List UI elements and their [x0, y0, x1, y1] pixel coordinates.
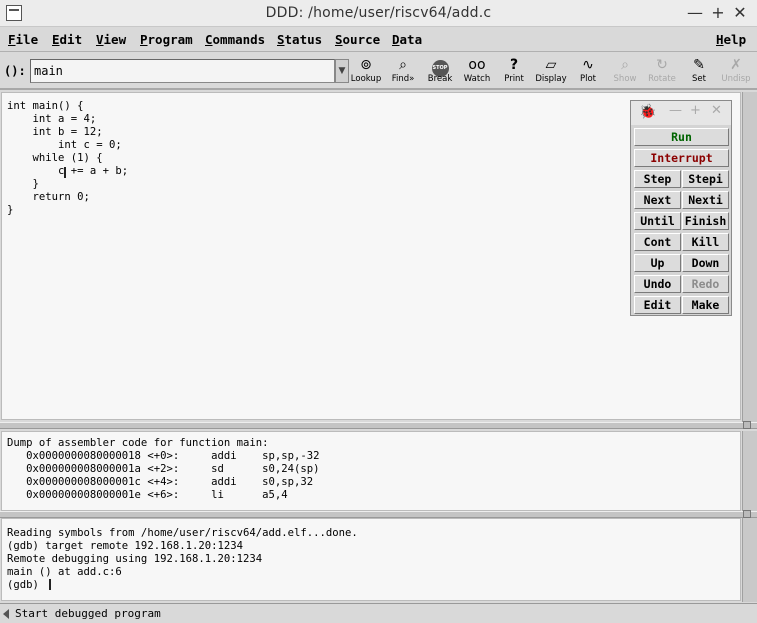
lookup-button[interactable]: ⊚ Lookup [348, 56, 384, 88]
status-text: Start debugged program [15, 607, 161, 620]
set-button[interactable]: ✎ Set [681, 56, 717, 88]
text-cursor [64, 167, 66, 178]
print-button[interactable]: ? Print [496, 56, 532, 88]
pane-divider[interactable] [0, 421, 757, 429]
undisp-icon: ✗ [730, 57, 742, 73]
argument-label: (): [4, 64, 26, 78]
window-title: DDD: /home/user/riscv64/add.c [265, 5, 492, 21]
pane-divider-handle[interactable] [743, 421, 751, 429]
set-icon: ✎ [693, 57, 705, 73]
undo-button[interactable]: Undo [634, 275, 681, 293]
magnifier-icon: ⌕ [621, 57, 629, 73]
edit-button[interactable]: Edit [634, 296, 681, 314]
menu-commands[interactable]: Commands [205, 32, 265, 47]
stop-sign-icon: STOP [422, 56, 458, 77]
menu-source[interactable]: Source [335, 32, 380, 47]
stepi-button[interactable]: Stepi [682, 170, 729, 188]
close-icon[interactable]: ✕ [731, 3, 749, 23]
assembler-dump[interactable]: Dump of assembler code for function main… [7, 437, 320, 502]
maximize-icon[interactable]: + [690, 103, 701, 118]
kill-button[interactable]: Kill [682, 233, 729, 251]
lookup-icon: ⊚ [360, 57, 372, 73]
menu-bar: File Edit View Program Commands Status S… [0, 28, 757, 52]
cont-button[interactable]: Cont [634, 233, 681, 251]
until-button[interactable]: Until [634, 212, 681, 230]
status-bar: Start debugged program [0, 603, 757, 623]
command-tool: 🐞 — + ✕ Run Interrupt Step Stepi Next Ne… [630, 100, 732, 316]
step-button[interactable]: Step [634, 170, 681, 188]
console-scrollbar[interactable] [742, 518, 757, 602]
run-button[interactable]: Run [634, 128, 729, 146]
watch-button[interactable]: oo Watch [459, 56, 495, 88]
close-icon[interactable]: ✕ [711, 103, 722, 118]
plot-button[interactable]: ∿ Plot [570, 56, 606, 88]
up-button[interactable]: Up [634, 254, 681, 272]
redo-button[interactable]: Redo [682, 275, 729, 293]
menu-file[interactable]: File [8, 32, 38, 47]
argument-input[interactable]: main [30, 59, 335, 83]
menu-program[interactable]: Program [140, 32, 193, 47]
assembler-scrollbar[interactable] [742, 431, 757, 511]
machine-code-window[interactable]: Dump of assembler code for function main… [1, 431, 741, 511]
plot-icon: ∿ [582, 57, 594, 73]
menu-edit[interactable]: Edit [52, 32, 82, 47]
find-icon: ⌕ [399, 57, 407, 73]
make-button[interactable]: Make [682, 296, 729, 314]
rotate-icon: ↻ [656, 57, 668, 73]
find-button[interactable]: ⌕ Find» [385, 56, 421, 88]
tool-bar: (): main ▼ ⊚ Lookup ⌕ Find» STOP Break o… [0, 53, 757, 90]
pane-divider-handle[interactable] [743, 510, 751, 518]
show-button[interactable]: ⌕ Show [607, 56, 643, 88]
gdb-console[interactable]: Reading symbols from /home/user/riscv64/… [1, 518, 741, 601]
display-icon: ▱ [545, 57, 557, 73]
rotate-button[interactable]: ↻ Rotate [644, 56, 680, 88]
glasses-icon: oo [468, 57, 486, 73]
console-cursor [49, 579, 51, 590]
minimize-icon[interactable]: — [686, 3, 704, 23]
menu-data[interactable]: Data [392, 32, 422, 47]
nexti-button[interactable]: Nexti [682, 191, 729, 209]
status-arrow-icon [3, 609, 9, 619]
minimize-icon[interactable]: — [669, 103, 682, 118]
bug-icon: 🐞 [639, 104, 657, 120]
menu-view[interactable]: View [96, 32, 126, 47]
pane-divider[interactable] [0, 510, 757, 518]
down-button[interactable]: Down [682, 254, 729, 272]
command-tool-titlebar[interactable]: 🐞 — + ✕ [631, 101, 731, 125]
source-code[interactable]: int main() { int a = 4; int b = 12; int … [7, 100, 128, 217]
undisp-button[interactable]: ✗ Undisp [718, 56, 754, 88]
question-icon: ? [509, 57, 519, 73]
console-output[interactable]: Reading symbols from /home/user/riscv64/… [7, 527, 358, 592]
interrupt-button[interactable]: Interrupt [634, 149, 729, 167]
display-button[interactable]: ▱ Display [533, 56, 569, 88]
break-button[interactable]: STOP Break [422, 56, 458, 88]
source-scrollbar[interactable] [742, 92, 757, 422]
argument-history-dropdown[interactable]: ▼ [335, 59, 349, 83]
maximize-icon[interactable]: + [709, 3, 727, 23]
next-button[interactable]: Next [634, 191, 681, 209]
title-bar: DDD: /home/user/riscv64/add.c — + ✕ [0, 0, 757, 27]
finish-button[interactable]: Finish [682, 212, 729, 230]
menu-status[interactable]: Status [277, 32, 322, 47]
menu-help[interactable]: Help [716, 32, 746, 47]
